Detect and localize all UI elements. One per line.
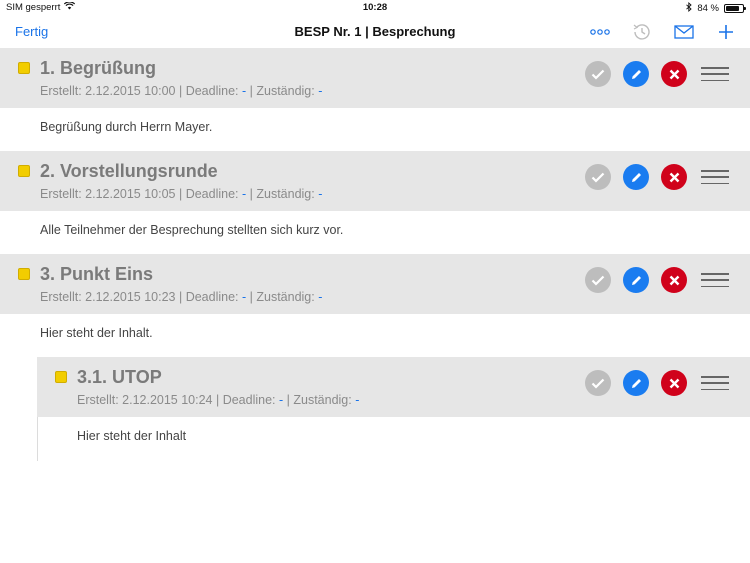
battery-icon [724,4,746,13]
item-content: Hier steht der Inhalt. [40,326,153,340]
edit-button[interactable] [623,267,649,293]
agenda-item: 1. Begrüßung Erstellt: 2.12.2015 10:00 |… [0,48,750,151]
complete-button[interactable] [585,61,611,87]
item-meta: Erstellt: 2.12.2015 10:23 | Deadline: - … [40,290,322,304]
bluetooth-icon [686,1,693,15]
more-icon[interactable] [588,20,612,44]
assignee-label: | Zuständig: [246,84,319,98]
agenda-item-body: Begrüßung durch Herrn Mayer. [0,108,750,151]
complete-button[interactable] [585,370,611,396]
agenda-item-body: Hier steht der Inhalt [37,417,750,460]
item-actions [585,267,729,293]
mail-icon[interactable] [672,20,696,44]
status-marker [55,371,67,383]
assignee-label: | Zuständig: [246,290,319,304]
drag-handle-icon[interactable] [701,273,729,287]
close-icon [669,378,679,388]
drag-handle-icon[interactable] [701,67,729,81]
delete-button[interactable] [661,267,687,293]
agenda-item: 2. Vorstellungsrunde Erstellt: 2.12.2015… [0,151,750,254]
item-actions [585,61,729,87]
item-title: 1. Begrüßung [40,58,156,78]
pencil-icon [631,275,641,285]
item-title: 2. Vorstellungsrunde [40,161,218,181]
edit-button[interactable] [623,370,649,396]
item-meta: Erstellt: 2.12.2015 10:05 | Deadline: - … [40,187,322,201]
agenda-item-header[interactable]: 1. Begrüßung Erstellt: 2.12.2015 10:00 |… [0,48,750,108]
subitem-indent-line [37,417,38,461]
status-right: 84 % [686,1,746,15]
delete-button[interactable] [661,61,687,87]
pencil-icon [631,172,641,182]
nav-actions [588,20,738,44]
agenda-item: 3. Punkt Eins Erstellt: 2.12.2015 10:23 … [0,254,750,357]
pencil-icon [631,69,641,79]
created-label: Erstellt: 2.12.2015 10:00 | Deadline: [40,84,242,98]
agenda-item-body: Alle Teilnehmer der Besprechung stellten… [0,211,750,254]
close-icon [669,172,679,182]
item-meta: Erstellt: 2.12.2015 10:00 | Deadline: - … [40,84,322,98]
item-title: 3. Punkt Eins [40,264,154,284]
battery-percent: 84 % [697,3,719,14]
agenda-item-header[interactable]: 3. Punkt Eins Erstellt: 2.12.2015 10:23 … [0,254,750,314]
created-label: Erstellt: 2.12.2015 10:23 | Deadline: [40,290,242,304]
assignee-link[interactable]: - [318,84,322,98]
checkmark-icon [591,172,605,183]
checkmark-icon [591,378,605,389]
status-marker [18,268,30,280]
assignee-label: | Zuständig: [246,187,319,201]
battery-fill [726,6,739,11]
item-meta: Erstellt: 2.12.2015 10:24 | Deadline: - … [77,393,359,407]
agenda-subitem: 3.1. UTOP Erstellt: 2.12.2015 10:24 | De… [37,357,750,460]
assignee-link[interactable]: - [318,187,322,201]
agenda-item-body: Hier steht der Inhalt. [0,314,750,357]
status-time: 10:28 [362,2,388,13]
complete-button[interactable] [585,164,611,190]
assignee-label: | Zuständig: [283,393,356,407]
created-label: Erstellt: 2.12.2015 10:05 | Deadline: [40,187,242,201]
created-label: Erstellt: 2.12.2015 10:24 | Deadline: [77,393,279,407]
close-icon [669,275,679,285]
delete-button[interactable] [661,370,687,396]
checkmark-icon [591,69,605,80]
assignee-link[interactable]: - [355,393,359,407]
checkmark-icon [591,275,605,286]
navigation-bar: Fertig BESP Nr. 1 | Besprechung [0,16,750,48]
edit-button[interactable] [623,164,649,190]
agenda-item-header[interactable]: 3.1. UTOP Erstellt: 2.12.2015 10:24 | De… [37,357,750,417]
history-icon[interactable] [630,20,654,44]
item-actions [585,164,729,190]
item-content: Alle Teilnehmer der Besprechung stellten… [40,223,344,237]
status-bar: SIM gesperrt 10:28 84 % [0,0,750,16]
close-icon [669,69,679,79]
drag-handle-icon[interactable] [701,170,729,184]
item-title: 3.1. UTOP [77,367,162,387]
item-content: Hier steht der Inhalt [77,429,187,443]
assignee-link[interactable]: - [318,290,322,304]
item-actions [585,370,729,396]
status-marker [18,62,30,74]
pencil-icon [631,378,641,388]
drag-handle-icon[interactable] [701,376,729,390]
complete-button[interactable] [585,267,611,293]
edit-button[interactable] [623,61,649,87]
item-content: Begrüßung durch Herrn Mayer. [40,120,213,134]
delete-button[interactable] [661,164,687,190]
add-icon[interactable] [714,20,738,44]
agenda-item-header[interactable]: 2. Vorstellungsrunde Erstellt: 2.12.2015… [0,151,750,211]
status-marker [18,165,30,177]
